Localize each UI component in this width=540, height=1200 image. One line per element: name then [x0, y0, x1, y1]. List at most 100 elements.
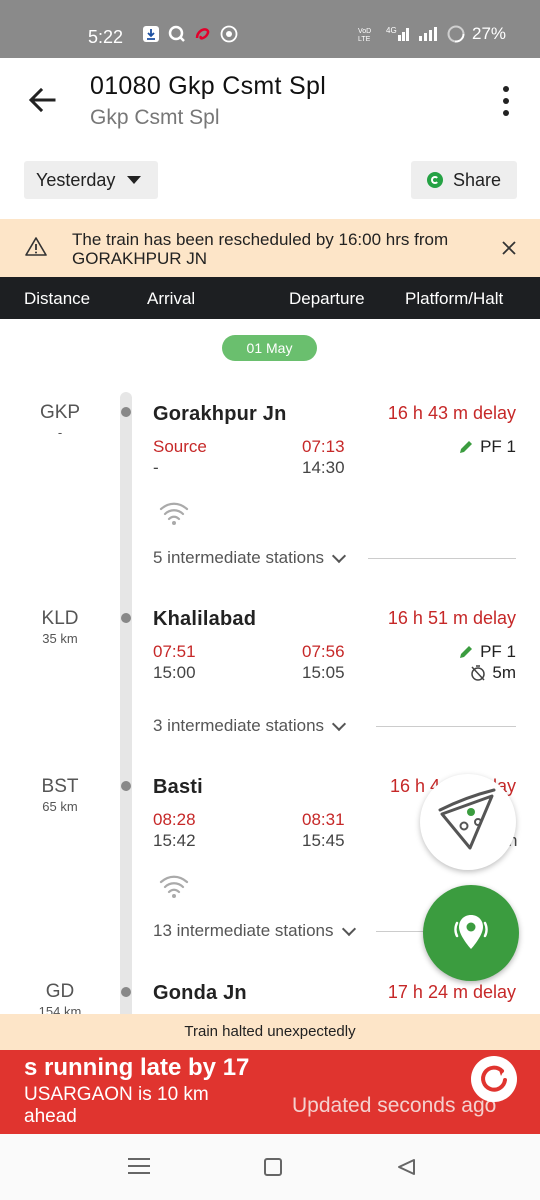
station-delay: 17 h 24 m delay: [387, 982, 516, 1002]
station-distance: 65 km: [42, 799, 78, 814]
wifi-icon: [159, 502, 189, 525]
column-header: Distance Arrival Departure Platform/Halt: [0, 277, 540, 319]
search-icon: [168, 25, 185, 42]
intermediate-label: 3 intermediate stations: [153, 716, 325, 735]
svg-text:LTE: LTE: [358, 36, 371, 42]
pencil-icon[interactable]: [458, 644, 474, 660]
more-options-icon[interactable]: [496, 86, 516, 116]
departure-actual: 08:31: [302, 810, 345, 829]
departure-scheduled: 15:45: [302, 831, 345, 850]
recent-apps-icon[interactable]: [128, 1158, 150, 1174]
departure-scheduled: 14:30: [302, 458, 345, 477]
back-triangle-icon[interactable]: [396, 1158, 416, 1176]
station-code: GD: [45, 981, 75, 1002]
column-platform-halt: Platform/Halt: [405, 289, 504, 308]
column-arrival: Arrival: [147, 289, 196, 308]
warning-icon: [25, 237, 47, 256]
timeline-dot: [121, 407, 131, 417]
live-location-button[interactable]: [423, 885, 519, 981]
intermediate-stations-toggle[interactable]: 13 intermediate stations: [153, 921, 356, 941]
date-pill: 01 May: [222, 335, 317, 361]
location-pin-icon: [454, 915, 488, 949]
svg-text:VoD: VoD: [358, 28, 371, 35]
share-label: Share: [453, 169, 502, 190]
whatsapp-icon: [427, 172, 443, 188]
download-icon: [143, 26, 159, 42]
alert-text: The train has been rescheduled by 16:00 …: [72, 230, 449, 268]
close-icon[interactable]: [500, 239, 518, 257]
signal-icon: [419, 27, 437, 41]
station-code: BST: [41, 776, 79, 797]
departure-actual: 07:13: [302, 437, 345, 456]
station-name: Basti: [153, 776, 203, 798]
battery-icon: [447, 25, 465, 43]
platform-number: PF 1: [480, 437, 516, 456]
column-departure: Departure: [289, 289, 365, 308]
refresh-button[interactable]: [471, 1056, 517, 1102]
platform-number: PF 1: [480, 642, 516, 661]
pencil-icon[interactable]: [458, 439, 474, 455]
divider: [376, 726, 516, 727]
arrival-scheduled: -: [153, 458, 159, 477]
status-time: 5:22: [88, 27, 124, 47]
dropdown-caret-icon: [127, 176, 142, 184]
refresh-icon: [481, 1065, 507, 1092]
divider: [368, 558, 516, 559]
arrival-scheduled: 15:42: [153, 831, 196, 850]
station-distance: 154 km: [38, 1004, 82, 1014]
halt-notice: Train halted unexpectedly: [0, 1014, 540, 1050]
wifi-icon: [159, 875, 189, 898]
station-distance: 35 km: [42, 631, 78, 646]
arrival-actual: 08:28: [153, 810, 196, 829]
status-app-icons: [142, 25, 238, 43]
page-subtitle: Gkp Csmt Spl: [90, 106, 220, 129]
running-status-bar[interactable]: s running late by 17 USARGAON is 10 km a…: [0, 1050, 540, 1134]
back-arrow-icon[interactable]: [26, 84, 58, 116]
intermediate-stations-toggle[interactable]: 3 intermediate stations: [153, 716, 347, 736]
station-code: GKP: [39, 402, 81, 423]
share-button[interactable]: Share: [411, 161, 517, 199]
halt-duration: 5m: [470, 663, 516, 683]
reschedule-alert: The train has been rescheduled by 16:00 …: [0, 219, 540, 277]
food-order-button[interactable]: [420, 774, 516, 870]
intermediate-label: 13 intermediate stations: [153, 921, 334, 940]
column-distance: Distance: [24, 289, 91, 308]
station-name: Gorakhpur Jn: [153, 403, 287, 425]
chevron-down-icon: [341, 921, 356, 937]
running-late-text: s running late by 17: [24, 1054, 250, 1081]
intermediate-label: 5 intermediate stations: [153, 548, 325, 567]
intermediate-stations-toggle[interactable]: 5 intermediate stations: [153, 548, 347, 568]
whatsapp-icon: [220, 25, 238, 43]
chevron-down-icon: [331, 548, 347, 564]
next-station-text: USARGAON is 10 km ahead: [24, 1084, 209, 1127]
volte-icon: VoDLTE: [358, 28, 371, 42]
chevron-down-icon: [331, 716, 347, 732]
departure-scheduled: 15:05: [302, 663, 345, 682]
arrival-actual: Source: [153, 437, 207, 456]
station-code: KLD: [41, 608, 79, 629]
home-icon[interactable]: [264, 1158, 282, 1176]
signal-4g-icon: 4G: [386, 26, 409, 41]
status-right: VoD LTE 4G 27%: [358, 24, 506, 44]
station-delay: 16 h 43 m delay: [387, 403, 516, 423]
timeline-rail: [120, 392, 132, 1022]
day-selector-label: Yesterday: [36, 169, 116, 190]
timer-off-icon: [471, 665, 486, 681]
updated-text: Updated seconds ago: [292, 1094, 497, 1117]
status-bar: 5:22 VoD LTE 4G 27%: [0, 0, 540, 58]
platform: PF 1: [458, 437, 516, 457]
station-name: Gonda Jn: [153, 982, 247, 1004]
station-name: Khalilabad: [153, 608, 257, 630]
airtel-icon: [195, 28, 210, 40]
halt-value: 5m: [492, 663, 516, 682]
timeline-dot: [121, 781, 131, 791]
platform: PF 1: [458, 642, 516, 662]
station-delay: 16 h 51 m delay: [387, 608, 516, 628]
day-selector[interactable]: Yesterday: [24, 161, 158, 199]
svg-text:4G: 4G: [386, 26, 397, 35]
timeline-dot: [121, 987, 131, 997]
battery-level: 27%: [472, 24, 507, 43]
timeline-dot: [121, 613, 131, 623]
arrival-actual: 07:51: [153, 642, 196, 661]
station-distance: -: [57, 425, 63, 440]
